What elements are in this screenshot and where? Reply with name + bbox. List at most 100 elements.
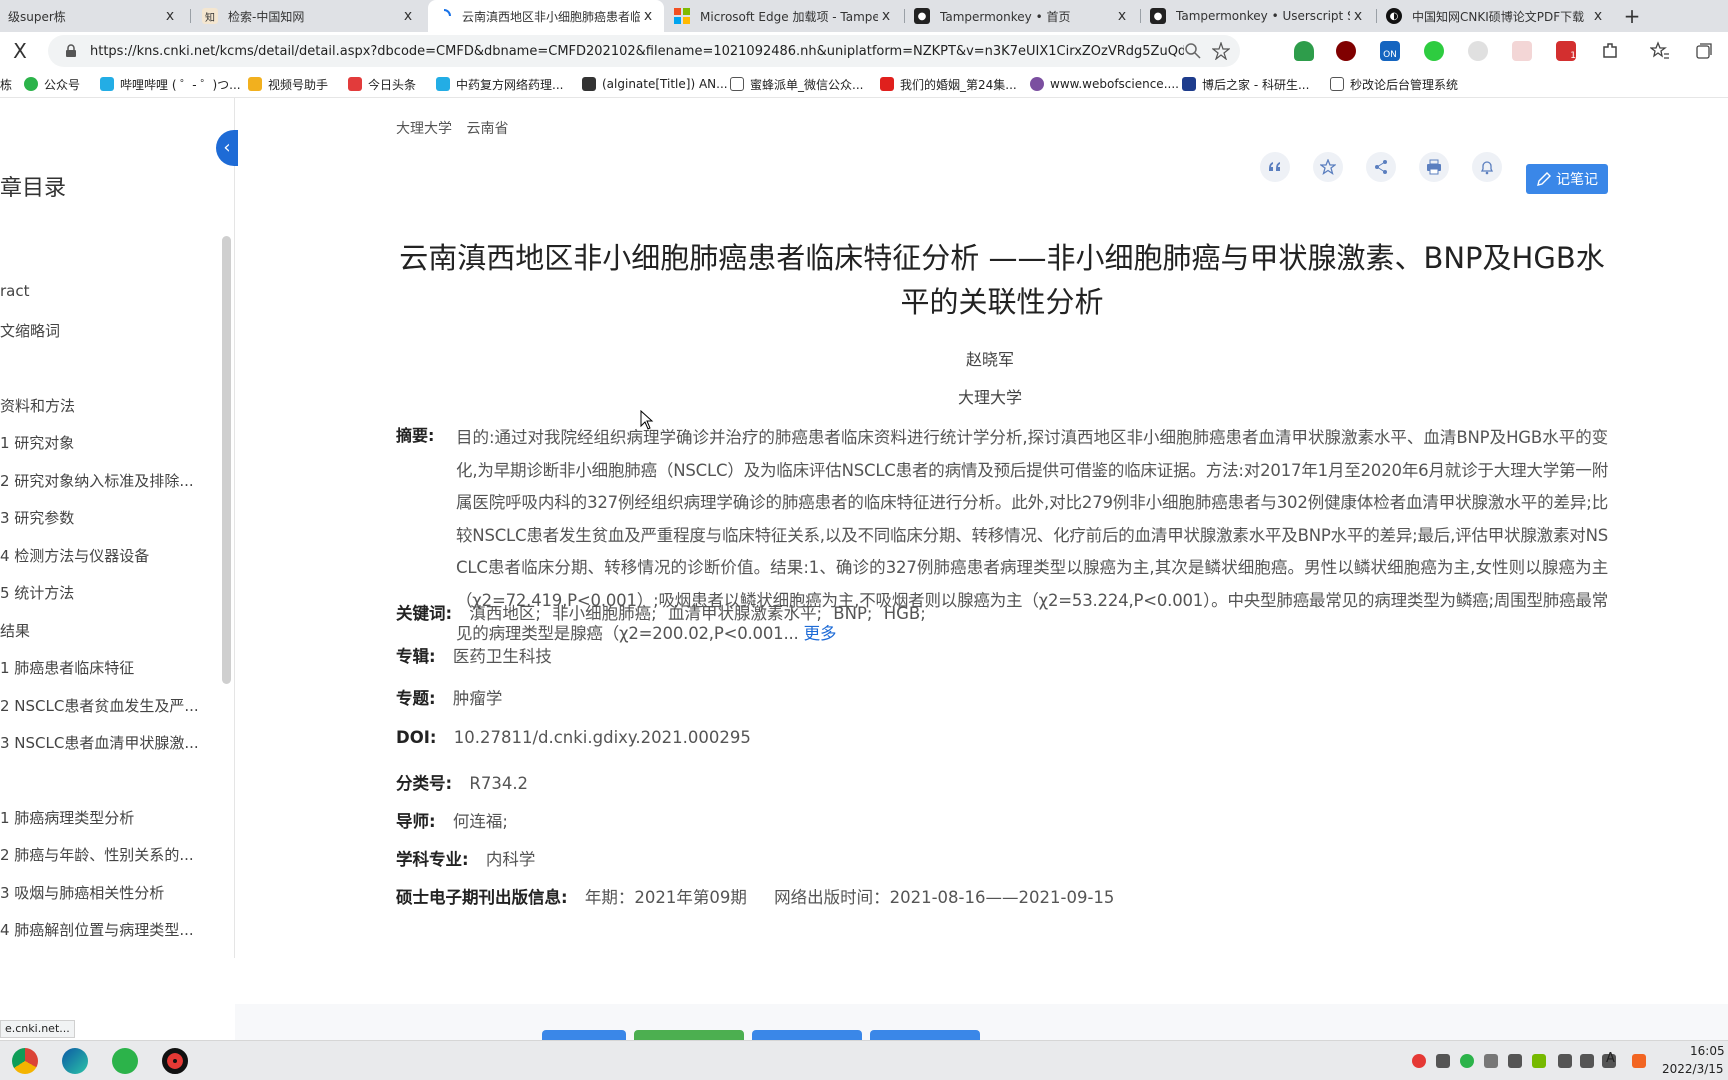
bookmark-item[interactable]: 蜜蜂派单_微信公众... <box>730 74 863 94</box>
toc-item[interactable]: 2 NSCLC患者贫血发生及严... <box>0 695 210 716</box>
toc-item[interactable]: 3 吸烟与肺癌相关性分析 <box>0 882 210 903</box>
advisor-link[interactable]: 何连福; <box>453 812 508 831</box>
tab-7[interactable]: ◐ 中国知网CNKI硕博论文PDF下载 x <box>1378 0 1614 32</box>
wechat-app-icon[interactable] <box>112 1048 138 1074</box>
toc-item[interactable]: 2 肺癌与年龄、性别关系的... <box>0 844 210 865</box>
tab-1[interactable]: 级super栋 x <box>0 0 186 32</box>
bookmark-item[interactable]: (alginate[Title]) AN... <box>582 74 728 94</box>
close-tab-icon[interactable]: x <box>1350 8 1366 24</box>
collections-icon[interactable] <box>1694 41 1714 61</box>
bookmark-item[interactable]: 今日头条 <box>348 74 416 94</box>
lock-icon[interactable] <box>64 44 78 58</box>
url-text[interactable]: https://kns.cnki.net/kcms/detail/detail.… <box>90 44 1184 59</box>
translate-extension-icon[interactable] <box>1468 41 1488 61</box>
extensions-puzzle-icon[interactable] <box>1600 41 1620 61</box>
abstract-more-link[interactable]: 更多 <box>799 624 837 643</box>
microphone-tray-icon[interactable] <box>1436 1054 1450 1068</box>
institution-link[interactable]: 大理大学 <box>396 384 1584 408</box>
clock-time[interactable]: 16:05 <box>1690 1044 1725 1058</box>
close-tab-icon[interactable]: x <box>640 8 656 24</box>
sogou-ime-tray-icon[interactable] <box>1632 1054 1646 1068</box>
keyword-link[interactable]: 滇西地区; <box>469 604 541 623</box>
bookmark-item[interactable]: 栋 <box>0 74 12 94</box>
toc-item[interactable]: 1 研究对象 <box>0 432 210 453</box>
subscribe-button[interactable] <box>1472 152 1502 182</box>
toc-item[interactable]: 3 研究参数 <box>0 507 210 528</box>
bookmark-item[interactable]: 公众号 <box>24 74 80 94</box>
close-tab-icon[interactable]: x <box>162 8 178 24</box>
affiliation-link[interactable]: 大理大学 <box>396 121 452 137</box>
toc-item[interactable]: 4 肺癌解剖位置与病理类型... <box>0 919 210 940</box>
close-tab-icon[interactable]: x <box>1114 8 1130 24</box>
bookmark-item[interactable]: 我们的婚姻_第24集... <box>880 74 1017 94</box>
on-toggle-extension-icon[interactable]: ON <box>1380 41 1400 61</box>
toc-scrollbar[interactable] <box>222 236 231 684</box>
keyword-link[interactable]: 非小细胞肺癌; <box>552 604 657 623</box>
keyword-link[interactable]: BNP; <box>833 604 872 623</box>
wechat-tray-icon[interactable] <box>1460 1054 1474 1068</box>
volume-tray-icon[interactable] <box>1580 1054 1594 1068</box>
tab-5[interactable]: ● Tampermonkey • 首页 x <box>906 0 1138 32</box>
bookmark-item[interactable]: 视频号助手 <box>248 74 328 94</box>
favorite-star-icon[interactable] <box>1212 42 1230 60</box>
author-link[interactable]: 赵晓军 <box>396 346 1584 370</box>
tray-app-icon[interactable] <box>1508 1054 1522 1068</box>
stop-loading-button[interactable]: X <box>8 40 32 64</box>
ublock-extension-icon[interactable] <box>1336 41 1356 61</box>
usb-tray-icon[interactable] <box>1484 1054 1498 1068</box>
record-tray-icon[interactable] <box>1412 1054 1426 1068</box>
wifi-tray-icon[interactable] <box>1558 1054 1572 1068</box>
toc-item[interactable]: 2 研究对象纳入标准及排除... <box>0 470 210 491</box>
notification-extension-icon[interactable]: 1 <box>1556 41 1576 61</box>
bookmark-item[interactable]: 哔哩哔哩 ( ゜- ゜)つ... <box>100 74 241 94</box>
cite-button[interactable] <box>1260 152 1290 182</box>
toc-item[interactable]: 资料和方法 <box>0 395 210 416</box>
keyword-link[interactable]: HGB; <box>884 604 926 623</box>
share-button[interactable] <box>1366 152 1396 182</box>
check-extension-icon[interactable] <box>1424 41 1444 61</box>
screen-recorder-app-icon[interactable] <box>162 1048 188 1074</box>
toc-item[interactable]: 5 统计方法 <box>0 582 210 603</box>
series-row: 专辑: 医药卫生科技 <box>396 643 552 667</box>
toc-item[interactable]: ract <box>0 282 210 300</box>
tab-2[interactable]: 知 检索-中国知网 x <box>194 0 424 32</box>
affiliation-link[interactable]: 云南省 <box>466 121 508 137</box>
toc-item[interactable]: 1 肺癌患者临床特征 <box>0 657 210 678</box>
adguard-extension-icon[interactable] <box>1294 41 1314 61</box>
toc-item[interactable]: 结果 <box>0 620 210 641</box>
bookmark-item[interactable]: 中药复方网络药理... <box>436 74 563 94</box>
pdf-extension-icon[interactable] <box>1512 41 1532 61</box>
zoom-icon[interactable] <box>1184 42 1202 60</box>
bookmark-item[interactable]: 秒改论后台管理系统 <box>1330 74 1458 94</box>
tab-4[interactable]: Microsoft Edge 加载项 - Tampermonkey x <box>666 0 902 32</box>
toc-item[interactable]: 3 NSCLC患者血清甲状腺激... <box>0 732 210 753</box>
close-tab-icon[interactable]: x <box>878 8 894 24</box>
toc-item[interactable]: 文缩略词 <box>0 320 210 341</box>
close-tab-icon[interactable]: x <box>1590 8 1606 24</box>
take-note-button[interactable]: 记笔记 <box>1526 164 1608 194</box>
toc-item[interactable]: 1 肺癌病理类型分析 <box>0 807 210 828</box>
input-method-indicator[interactable]: A <box>1606 1051 1615 1066</box>
toc-collapse-button[interactable]: ‹ <box>216 130 238 166</box>
close-tab-icon[interactable]: x <box>400 8 416 24</box>
edge-app-icon[interactable] <box>62 1048 88 1074</box>
print-button[interactable] <box>1419 152 1449 182</box>
online-read-button[interactable] <box>870 1030 980 1040</box>
caj-download-button[interactable] <box>752 1030 862 1040</box>
tab-6[interactable]: ● Tampermonkey • Userscript Source x <box>1142 0 1374 32</box>
chrome-app-icon[interactable] <box>12 1048 38 1074</box>
download-button[interactable] <box>542 1030 626 1040</box>
clock-date[interactable]: 2022/3/15 <box>1662 1062 1724 1076</box>
keyword-link[interactable]: 血清甲状腺激素水平; <box>668 604 822 623</box>
tab-3-active[interactable]: 云南滇西地区非小细胞肺癌患者临床 x <box>428 0 664 32</box>
favorite-button[interactable] <box>1313 152 1343 182</box>
new-tab-button[interactable]: + <box>1620 4 1644 28</box>
favorites-icon[interactable] <box>1650 41 1670 61</box>
toc-item[interactable]: 4 检测方法与仪器设备 <box>0 545 210 566</box>
bookmark-item[interactable]: www.webofscience.... <box>1030 74 1179 94</box>
doi-value[interactable]: 10.27811/d.cnki.gdixy.2021.000295 <box>454 728 751 747</box>
bookmark-item[interactable]: 博后之家 - 科研生... <box>1182 74 1309 94</box>
nvidia-tray-icon[interactable] <box>1532 1054 1546 1068</box>
pdf-download-button[interactable] <box>634 1030 744 1040</box>
address-bar[interactable]: https://kns.cnki.net/kcms/detail/detail.… <box>48 35 1240 67</box>
